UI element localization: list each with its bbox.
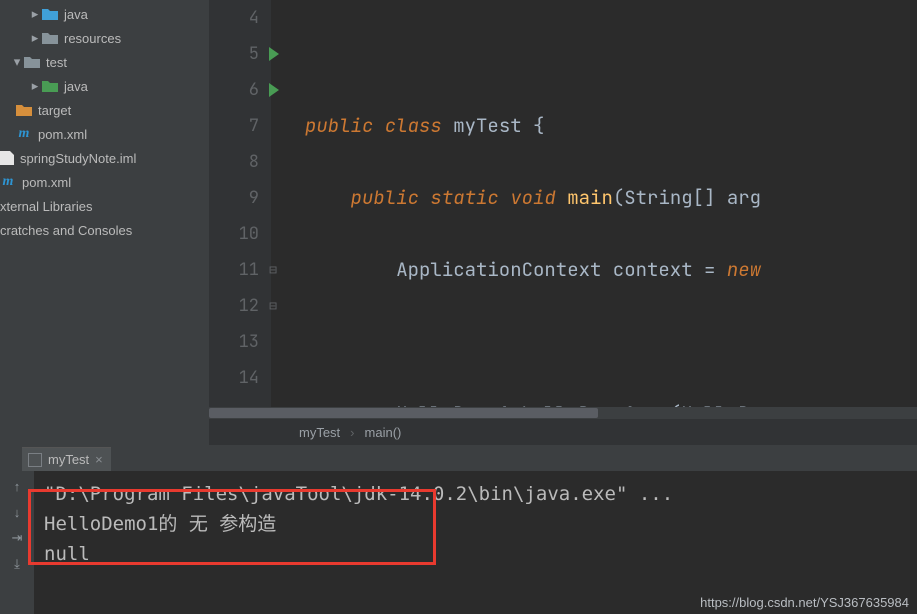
console-output[interactable]: "D:\Program Files\javaTool\jdk-14.0.2\bi… [34, 471, 917, 614]
tree-label: test [46, 55, 67, 70]
folder-icon [16, 102, 32, 118]
up-icon[interactable]: ↑ [8, 477, 26, 495]
breadcrumb-item[interactable]: myTest [299, 425, 340, 440]
app-icon [28, 453, 42, 467]
maven-icon: m [0, 174, 16, 190]
breadcrumb-sep: › [350, 425, 354, 440]
tree-label: springStudyNote.iml [20, 151, 136, 166]
scroll-icon[interactable]: ⤓ [8, 555, 26, 573]
tree-item-scratches[interactable]: cratches and Consoles [0, 218, 209, 242]
run-tab[interactable]: myTest × [22, 447, 111, 471]
fold-icon[interactable]: ⊟ [269, 288, 277, 324]
tab-label: myTest [48, 452, 89, 467]
run-tabs: myTest × [0, 445, 917, 471]
run-icon[interactable] [269, 47, 279, 61]
console-line: HelloDemo1的 无 参构造 [44, 509, 907, 539]
console-line: null [44, 539, 907, 569]
code-line: HelloDemo1 helloDemo1 = (HelloDe [305, 396, 917, 407]
folder-icon [42, 78, 58, 94]
code-editor[interactable]: 4 5 6 7 8 9 10 11⊟ 12⊟ 13 14 public clas… [209, 0, 917, 445]
maven-icon: m [16, 126, 32, 142]
line-number: 4 [209, 0, 259, 36]
tree-label: java [64, 7, 88, 22]
run-icon[interactable] [269, 83, 279, 97]
tree-item-extlib[interactable]: xternal Libraries [0, 194, 209, 218]
line-number: 10 [209, 216, 259, 252]
tree-label: pom.xml [38, 127, 87, 142]
line-number: 11⊟ [209, 252, 259, 288]
folder-icon [24, 54, 40, 70]
code-line [305, 36, 917, 72]
line-number: 6 [209, 72, 259, 108]
wrap-icon[interactable]: ⇥ [8, 529, 26, 547]
tree-label: target [38, 103, 71, 118]
tree-item-iml[interactable]: springStudyNote.iml [0, 146, 209, 170]
tree-item-java[interactable]: ▸ java [0, 2, 209, 26]
fold-icon[interactable]: ⊟ [269, 252, 277, 288]
tree-label: pom.xml [22, 175, 71, 190]
console-line: "D:\Program Files\javaTool\jdk-14.0.2\bi… [44, 479, 907, 509]
code-content[interactable]: public class myTest { public static void… [271, 0, 917, 407]
tree-item-resources[interactable]: ▸ resources [0, 26, 209, 50]
tree-item-target[interactable]: target [0, 98, 209, 122]
console-toolbar: ↑ ↓ ⇥ ⤓ [0, 471, 34, 614]
tree-label: xternal Libraries [0, 199, 93, 214]
down-icon[interactable]: ↓ [8, 503, 26, 521]
line-number: 14 [209, 360, 259, 396]
run-panel: myTest × ↑ ↓ ⇥ ⤓ "D:\Program Files\javaT… [0, 445, 917, 614]
expand-icon: ▸ [28, 6, 42, 22]
code-line: public static void main(String[] arg [305, 180, 917, 216]
project-tree[interactable]: ▸ java ▸ resources ▾ test ▸ java target … [0, 0, 209, 445]
tree-label: java [64, 79, 88, 94]
tree-item-test[interactable]: ▾ test [0, 50, 209, 74]
expand-icon: ▸ [28, 30, 42, 46]
horizontal-scrollbar[interactable] [209, 407, 917, 419]
breadcrumb[interactable]: myTest › main() [209, 419, 917, 445]
tree-item-pom1[interactable]: m pom.xml [0, 122, 209, 146]
line-number: 13 [209, 324, 259, 360]
tree-label: cratches and Consoles [0, 223, 132, 238]
expand-icon: ▸ [28, 78, 42, 94]
line-number: 9 [209, 180, 259, 216]
breadcrumb-item[interactable]: main() [365, 425, 402, 440]
tree-item-java2[interactable]: ▸ java [0, 74, 209, 98]
tree-label: resources [64, 31, 121, 46]
code-line: public class myTest { [305, 108, 917, 144]
line-number: 8 [209, 144, 259, 180]
line-number: 12⊟ [209, 288, 259, 324]
folder-icon [42, 30, 58, 46]
scrollbar-thumb[interactable] [209, 408, 598, 418]
gutter: 4 5 6 7 8 9 10 11⊟ 12⊟ 13 14 [209, 0, 271, 407]
tree-item-pom2[interactable]: m pom.xml [0, 170, 209, 194]
line-number: 7 [209, 108, 259, 144]
watermark: https://blog.csdn.net/YSJ367635984 [700, 595, 909, 610]
code-line [305, 324, 917, 360]
file-icon [0, 151, 14, 165]
code-line: ApplicationContext context = new [305, 252, 917, 288]
collapse-icon: ▾ [10, 54, 24, 70]
close-icon[interactable]: × [95, 452, 103, 467]
line-number: 5 [209, 36, 259, 72]
folder-icon [42, 6, 58, 22]
